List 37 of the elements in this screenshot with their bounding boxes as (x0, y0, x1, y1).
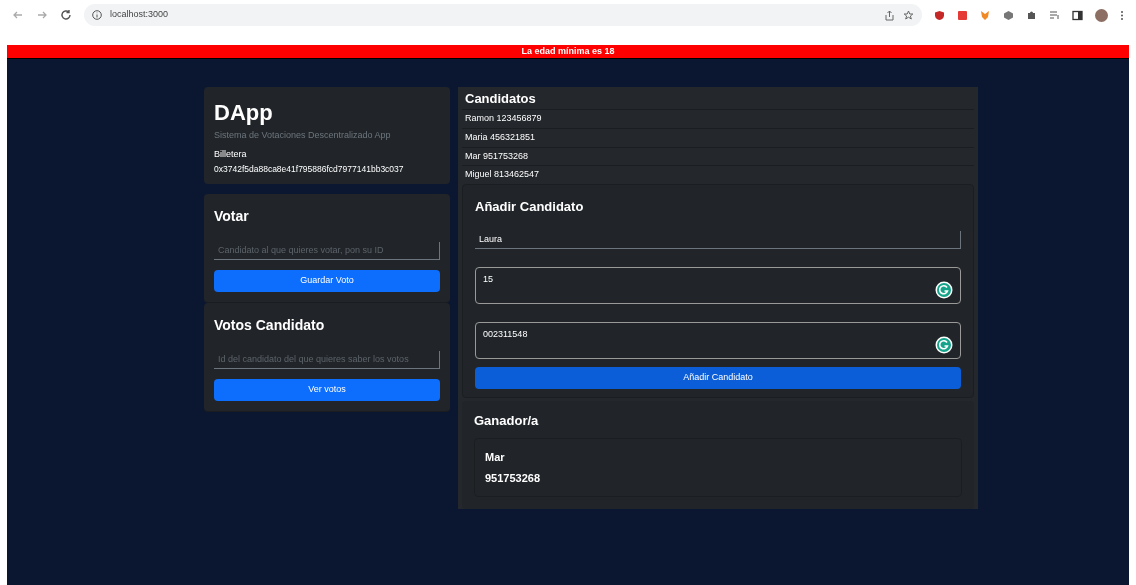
wallet-address: 0x3742f5da88ca8e41f795886fcd7977141bb3c037 (214, 163, 405, 176)
candidate-row: Ramon 123456879 (462, 109, 974, 128)
text-area[interactable]: 002311548 (475, 321, 961, 359)
card-title: Votos Candidato (214, 315, 326, 335)
candidate-row: Mar 951753268 (462, 146, 974, 166)
info-icon[interactable] (92, 10, 102, 20)
puzzle-icon[interactable] (1026, 9, 1037, 21)
text-area[interactable]: 15 (475, 266, 961, 304)
candidates-title: Candidatos (464, 90, 537, 108)
star-icon[interactable] (903, 9, 914, 21)
input-field[interactable]: Id del candidato del que quieres saber los votos (214, 350, 440, 369)
add-candidate-button[interactable]: Añadir Candidato (475, 366, 961, 389)
share-icon[interactable] (884, 9, 895, 21)
card-title: Ganador/a (474, 411, 540, 430)
submit-button[interactable]: Guardar Voto (214, 269, 440, 292)
avatar-icon[interactable] (1095, 8, 1108, 22)
cube-icon[interactable] (1003, 9, 1014, 21)
shield-icon[interactable] (934, 9, 945, 21)
address-bar[interactable]: localhost:3000 (84, 4, 922, 26)
card-title: Votar (214, 206, 250, 226)
grammar-icon[interactable] (935, 280, 953, 299)
reload-icon[interactable] (60, 9, 72, 21)
url-text: localhost:3000 (110, 8, 169, 22)
extension-icon[interactable] (957, 9, 968, 21)
input-field[interactable]: Laura (475, 230, 961, 249)
app-subtitle: Sistema de Votaciones Descentralizado App (214, 129, 392, 142)
sidebar-icon[interactable] (1072, 9, 1083, 21)
alert-banner: La edad mínima es 18 (7, 45, 1129, 59)
candidate-row: Maria 456321851 (462, 127, 974, 147)
winner-id: 951753268 (485, 470, 542, 486)
submit-button[interactable]: Ver votos (214, 378, 440, 401)
app-title: DApp (214, 99, 274, 127)
winner-name: Mar (485, 450, 506, 465)
more-icon[interactable] (1120, 9, 1124, 21)
card-title: Añadir Candidato (475, 198, 585, 216)
grammar-icon[interactable] (935, 335, 953, 354)
wallet-label: Billetera (214, 147, 248, 161)
